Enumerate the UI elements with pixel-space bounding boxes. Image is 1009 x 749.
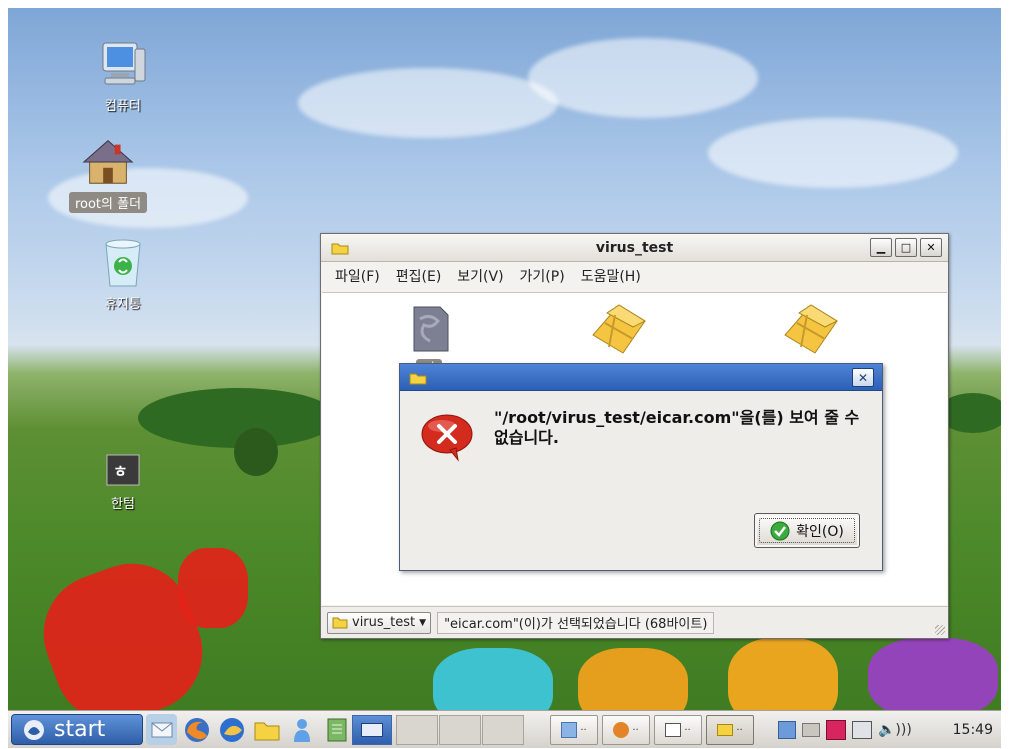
desktop-icon-hanterm[interactable]: ㅎ 한텀 bbox=[68, 452, 178, 513]
window-icon bbox=[665, 723, 682, 737]
folder-icon bbox=[409, 371, 427, 389]
chart-app-icon bbox=[561, 722, 578, 738]
show-desktop-button[interactable] bbox=[352, 715, 392, 745]
cyan-scarf bbox=[433, 648, 553, 710]
taskbar-task-virus-test[interactable]: ·· bbox=[706, 715, 754, 745]
error-dialog: ✕ "/root/virus_test/eicar.com"을(를) 보여 줄 … bbox=[399, 363, 883, 571]
maximize-button[interactable]: □ bbox=[895, 238, 917, 257]
start-button[interactable]: start bbox=[11, 714, 143, 745]
dialog-titlebar[interactable]: ✕ bbox=[400, 364, 882, 391]
ok-button[interactable]: 확인(O) bbox=[754, 513, 860, 548]
firefox-icon[interactable] bbox=[181, 714, 212, 745]
menu-bar: 파일(F) 편집(E) 보기(V) 가기(P) 도움말(H) bbox=[321, 262, 948, 290]
desktop-icon-computer[interactable]: 컴퓨터 bbox=[68, 38, 178, 115]
workspace-slot[interactable] bbox=[482, 715, 524, 745]
error-icon bbox=[420, 412, 474, 466]
window-titlebar[interactable]: virus_test ▁ □ ✕ bbox=[321, 234, 948, 262]
volume-icon[interactable]: 🔈))) bbox=[878, 722, 912, 738]
mail-icon[interactable] bbox=[146, 714, 177, 745]
computer-icon bbox=[95, 38, 151, 90]
quick-launch bbox=[146, 714, 352, 745]
ok-button-label: 확인(O) bbox=[796, 523, 844, 540]
menu-view[interactable]: 보기(V) bbox=[457, 266, 503, 286]
alert-icon[interactable] bbox=[826, 720, 846, 740]
notes-icon[interactable] bbox=[321, 714, 352, 745]
ellipsis-icon: ·· bbox=[684, 724, 691, 736]
file-item-package[interactable] bbox=[746, 301, 876, 361]
workspace-slot[interactable] bbox=[396, 715, 438, 745]
workspace-slot[interactable] bbox=[439, 715, 481, 745]
resize-grip-icon[interactable] bbox=[935, 625, 945, 635]
printer-icon[interactable] bbox=[802, 723, 820, 737]
package-icon bbox=[784, 304, 839, 354]
orange-scarf bbox=[728, 638, 838, 710]
menu-edit[interactable]: 편집(E) bbox=[396, 266, 442, 286]
thunderbird-icon[interactable] bbox=[216, 714, 247, 745]
desktop-icon-label: 한텀 bbox=[111, 497, 135, 512]
folder-icon bbox=[331, 241, 349, 259]
cloud bbox=[708, 118, 958, 188]
messenger-icon[interactable] bbox=[286, 714, 317, 745]
folder-icon bbox=[717, 724, 734, 736]
clock: 15:49 bbox=[952, 722, 993, 738]
package-icon bbox=[592, 304, 647, 354]
purple-scarf bbox=[868, 638, 998, 710]
folder-icon bbox=[332, 617, 348, 629]
taskbar-task[interactable]: ·· bbox=[602, 715, 650, 745]
chevron-down-icon: ▼ bbox=[419, 617, 427, 628]
terminal-icon: ㅎ bbox=[95, 452, 151, 488]
ellipsis-icon: ·· bbox=[632, 724, 639, 736]
start-logo-icon bbox=[24, 719, 44, 740]
network-icon[interactable] bbox=[852, 721, 872, 739]
close-button[interactable]: ✕ bbox=[920, 238, 942, 257]
unknown-file-icon bbox=[413, 306, 449, 352]
ellipsis-icon: ·· bbox=[736, 724, 743, 736]
file-item-package[interactable] bbox=[554, 301, 684, 361]
desktop-icon-root-folder[interactable]: root의 폴더 bbox=[53, 136, 163, 213]
start-label: start bbox=[54, 717, 106, 742]
orange-scarf bbox=[578, 648, 688, 710]
check-icon bbox=[770, 521, 790, 540]
menu-file[interactable]: 파일(F) bbox=[335, 266, 380, 286]
cloud bbox=[298, 68, 558, 138]
ellipsis-icon: ·· bbox=[580, 724, 587, 736]
cloud bbox=[528, 38, 758, 118]
trash-icon bbox=[95, 236, 151, 288]
taskbar: start ·· ·· ·· ·· 🔈))) 15:49 bbox=[8, 710, 1001, 748]
file-manager-icon[interactable] bbox=[251, 714, 282, 745]
desktop-icon-label: 컴퓨터 bbox=[105, 99, 141, 114]
taskbar-task[interactable]: ·· bbox=[654, 715, 702, 745]
status-text: "eicar.com"(이)가 선택되었습니다 (68바이트) bbox=[437, 611, 715, 634]
home-folder-icon bbox=[80, 136, 136, 188]
desktop-icon-label: 휴지통 bbox=[105, 297, 141, 312]
svg-text:ㅎ: ㅎ bbox=[113, 462, 128, 481]
dialog-close-button[interactable]: ✕ bbox=[852, 368, 874, 387]
minimize-button[interactable]: ▁ bbox=[870, 238, 892, 257]
update-icon[interactable] bbox=[778, 721, 796, 739]
desktop-icon-label: root의 폴더 bbox=[68, 192, 148, 213]
desktop-icon bbox=[361, 723, 383, 737]
window-title: virus_test bbox=[595, 239, 674, 256]
location-label: virus_test bbox=[352, 615, 416, 630]
error-message: "/root/virus_test/eicar.com"을(를) 보여 줄 수 … bbox=[494, 408, 860, 447]
window-controls: ▁ □ ✕ bbox=[870, 238, 942, 257]
firefox-icon bbox=[613, 722, 630, 738]
tree bbox=[234, 428, 278, 476]
system-tray: 🔈))) bbox=[778, 715, 912, 745]
status-bar: virus_test ▼ "eicar.com"(이)가 선택되었습니다 (68… bbox=[321, 606, 948, 638]
taskbar-task[interactable]: ·· bbox=[550, 715, 598, 745]
menu-help[interactable]: 도움말(H) bbox=[581, 266, 641, 286]
desktop-icon-trash[interactable]: 휴지통 bbox=[68, 236, 178, 313]
location-dropdown[interactable]: virus_test ▼ bbox=[327, 611, 432, 634]
red-scarf bbox=[178, 548, 248, 628]
menu-go[interactable]: 가기(P) bbox=[520, 266, 565, 286]
